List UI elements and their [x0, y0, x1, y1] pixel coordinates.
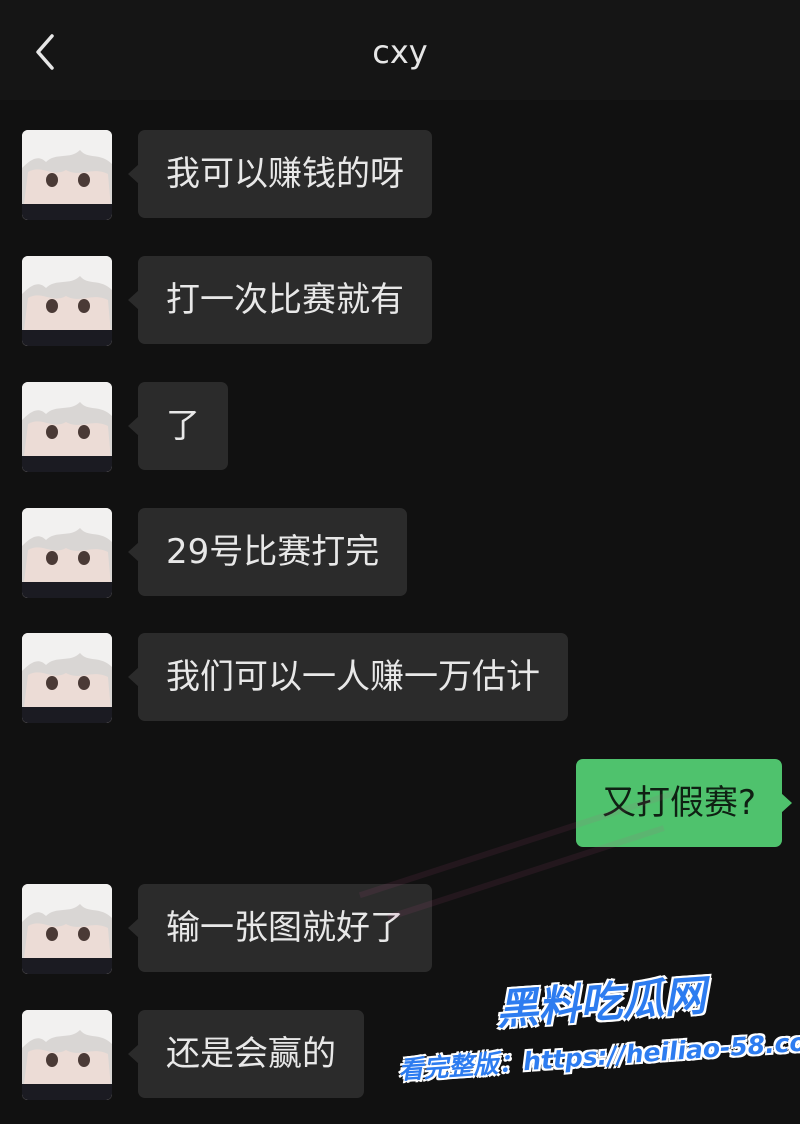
- chat-header: cxy: [0, 0, 800, 100]
- avatar[interactable]: [22, 256, 112, 346]
- chat-title: cxy: [372, 33, 428, 71]
- message-row: 打一次比赛就有: [0, 256, 800, 348]
- watermark-url: 看完整版：https://heiliao-58.com: [397, 1025, 800, 1085]
- watermark: 黑料吃瓜网 看完整版：https://heiliao-58.com: [397, 971, 800, 1115]
- message-bubble[interactable]: 我可以赚钱的呀: [128, 130, 432, 218]
- message-row: 我们可以一人赚一万估计: [0, 633, 800, 725]
- avatar[interactable]: [22, 884, 112, 974]
- message-row: 了: [0, 382, 800, 474]
- message-bubble[interactable]: 打一次比赛就有: [128, 256, 432, 344]
- avatar[interactable]: [22, 508, 112, 598]
- watermark-logo: 黑料吃瓜网: [494, 970, 708, 1035]
- message-bubble[interactable]: 我们可以一人赚一万估计: [128, 633, 568, 721]
- message-row: 29号比赛打完: [0, 508, 800, 600]
- message-row: 我可以赚钱的呀: [0, 130, 800, 222]
- avatar[interactable]: [22, 130, 112, 220]
- avatar[interactable]: [22, 382, 112, 472]
- avatar[interactable]: [22, 633, 112, 723]
- avatar[interactable]: [22, 1010, 112, 1100]
- message-bubble[interactable]: 29号比赛打完: [127, 508, 408, 596]
- message-bubble[interactable]: 还是会赢的: [128, 1010, 364, 1098]
- message-bubble[interactable]: 了: [128, 382, 228, 470]
